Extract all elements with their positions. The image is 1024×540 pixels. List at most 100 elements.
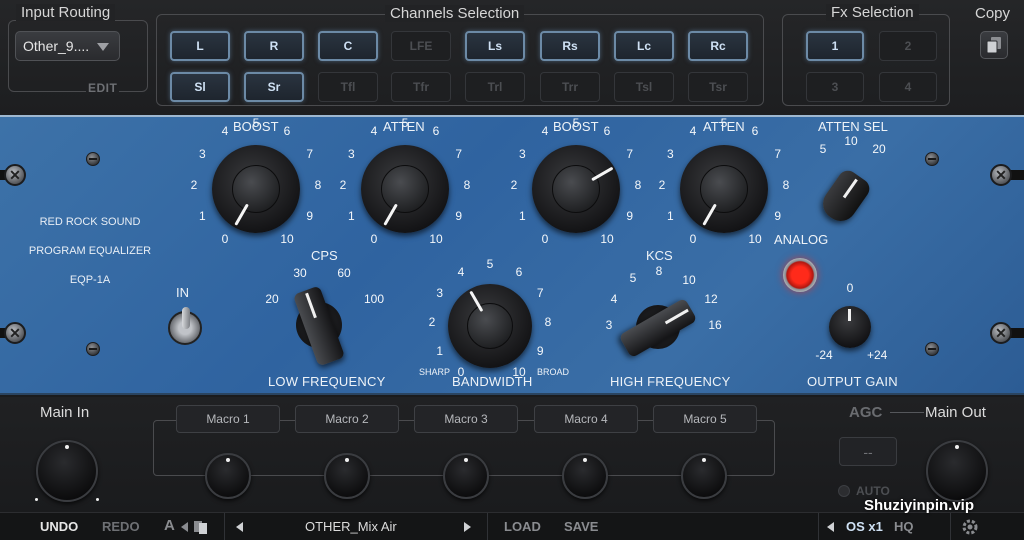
output-gain-tick: 0: [846, 281, 854, 295]
high-boost-tick: 6: [603, 124, 611, 139]
low-atten-tick: 9: [455, 209, 463, 223]
high-atten-tick: 10: [748, 231, 762, 246]
fx-slot-1[interactable]: 1: [806, 31, 864, 61]
channel-button-sr[interactable]: Sr: [244, 72, 304, 102]
macro-4-knob[interactable]: [562, 453, 608, 499]
analog-lamp-button[interactable]: [783, 258, 817, 292]
low-boost-tick: 8: [314, 178, 322, 192]
auto-radio[interactable]: [838, 485, 850, 497]
macro-5-knob[interactable]: [681, 453, 727, 499]
channel-button-tsr[interactable]: Tsr: [688, 72, 748, 102]
channel-button-r[interactable]: R: [244, 31, 304, 61]
low-boost-knob[interactable]: [212, 145, 300, 233]
macro-2-button[interactable]: Macro 2: [295, 405, 399, 433]
input-routing-dropdown[interactable]: Other_9....: [15, 31, 120, 61]
kcs-tick: 3: [605, 318, 613, 332]
load-button[interactable]: LOAD: [504, 519, 541, 534]
channel-button-ls[interactable]: Ls: [465, 31, 525, 61]
fx-slot-3[interactable]: 3: [806, 72, 864, 102]
bandwidth-label: BANDWIDTH: [452, 374, 533, 389]
bandwidth-knob[interactable]: [448, 284, 532, 368]
sharp-label: SHARP: [419, 367, 451, 377]
channel-button-l[interactable]: L: [170, 31, 230, 61]
macro-1-knob[interactable]: [205, 453, 251, 499]
channel-button-trl[interactable]: Trl: [465, 72, 525, 102]
low-atten-tick: 5: [401, 116, 409, 130]
fx-slot-2[interactable]: 2: [879, 31, 937, 61]
macro-2-knob[interactable]: [324, 453, 370, 499]
high-atten-knob[interactable]: [680, 145, 768, 233]
save-button[interactable]: SAVE: [564, 519, 598, 534]
ab-copy-icon[interactable]: [180, 518, 214, 536]
high-boost-knob[interactable]: [532, 145, 620, 233]
low-boost-tick: 0: [221, 231, 229, 246]
low-atten-tick: 7: [455, 147, 463, 161]
agc-button[interactable]: --: [839, 437, 897, 466]
divider: [818, 513, 819, 540]
knob-cap: [699, 164, 749, 214]
atten-sel-tick: 5: [819, 142, 827, 156]
high-boost-tick: 1: [518, 209, 526, 223]
kcs-tick: 10: [682, 273, 696, 287]
knob-indicator: [583, 458, 587, 462]
main-out-knob[interactable]: [926, 440, 988, 502]
oversampling-value[interactable]: OS x1: [846, 519, 883, 534]
output-gain-label: OUTPUT GAIN: [807, 374, 898, 389]
macro-3-knob[interactable]: [443, 453, 489, 499]
knob-indicator: [65, 445, 69, 449]
channel-button-tsl[interactable]: Tsl: [614, 72, 674, 102]
hq-toggle[interactable]: HQ: [894, 519, 914, 534]
high-boost-tick: 9: [626, 209, 634, 223]
channel-button-tfl[interactable]: Tfl: [318, 72, 378, 102]
macro-4-button[interactable]: Macro 4: [534, 405, 638, 433]
macro-3-button[interactable]: Macro 3: [414, 405, 518, 433]
low-boost-tick: 9: [306, 209, 314, 223]
screw-icon: [925, 152, 939, 166]
edit-button[interactable]: EDIT: [86, 81, 120, 95]
high-atten-tick: 2: [658, 178, 666, 192]
channel-button-lfe[interactable]: LFE: [391, 31, 451, 61]
preset-name[interactable]: OTHER_Mix Air: [305, 519, 397, 534]
kcs-tick: 4: [610, 292, 618, 306]
kcs-tick: 16: [708, 318, 722, 332]
channel-button-trr[interactable]: Trr: [540, 72, 600, 102]
bandwidth-tick: 7: [536, 286, 544, 300]
high-atten-tick: 0: [689, 231, 697, 246]
divider: [950, 513, 951, 540]
copy-button[interactable]: [980, 31, 1008, 59]
kcs-label: KCS: [646, 248, 673, 263]
atten-sel-tick: 10: [844, 134, 858, 148]
fx-slot-4[interactable]: 4: [879, 72, 937, 102]
kcs-tick: 12: [704, 292, 718, 306]
low-atten-tick: 4: [370, 124, 378, 139]
output-gain-knob[interactable]: [829, 306, 871, 348]
input-routing-title: Input Routing: [16, 4, 116, 21]
gear-icon[interactable]: [960, 517, 980, 537]
channel-button-sl[interactable]: Sl: [170, 72, 230, 102]
cps-label: CPS: [311, 248, 338, 263]
main-in-knob[interactable]: [36, 440, 98, 502]
model-code: EQP-1A: [69, 274, 111, 286]
rack-screw-icon: ✕: [990, 322, 1012, 344]
channel-button-lc[interactable]: Lc: [614, 31, 674, 61]
channel-button-c[interactable]: C: [318, 31, 378, 61]
os-down-icon[interactable]: [827, 522, 834, 532]
low-boost-tick: 4: [221, 124, 229, 139]
channel-button-rc[interactable]: Rc: [688, 31, 748, 61]
channel-button-tfr[interactable]: Tfr: [391, 72, 451, 102]
in-toggle-switch[interactable]: [168, 307, 202, 345]
divider: [487, 513, 488, 540]
kcs-tick: 5: [629, 271, 637, 285]
channel-button-rs[interactable]: Rs: [540, 31, 600, 61]
next-preset-icon[interactable]: [464, 522, 471, 532]
redo-button[interactable]: REDO: [102, 519, 140, 534]
main-out-label: Main Out: [925, 404, 986, 421]
low-boost-tick: 3: [198, 147, 206, 161]
ab-compare-button[interactable]: A: [164, 517, 175, 534]
macro-1-button[interactable]: Macro 1: [176, 405, 280, 433]
low-atten-knob[interactable]: [361, 145, 449, 233]
macro-5-button[interactable]: Macro 5: [653, 405, 757, 433]
prev-preset-icon[interactable]: [236, 522, 243, 532]
low-atten-tick: 3: [347, 147, 355, 161]
undo-button[interactable]: UNDO: [40, 519, 78, 534]
